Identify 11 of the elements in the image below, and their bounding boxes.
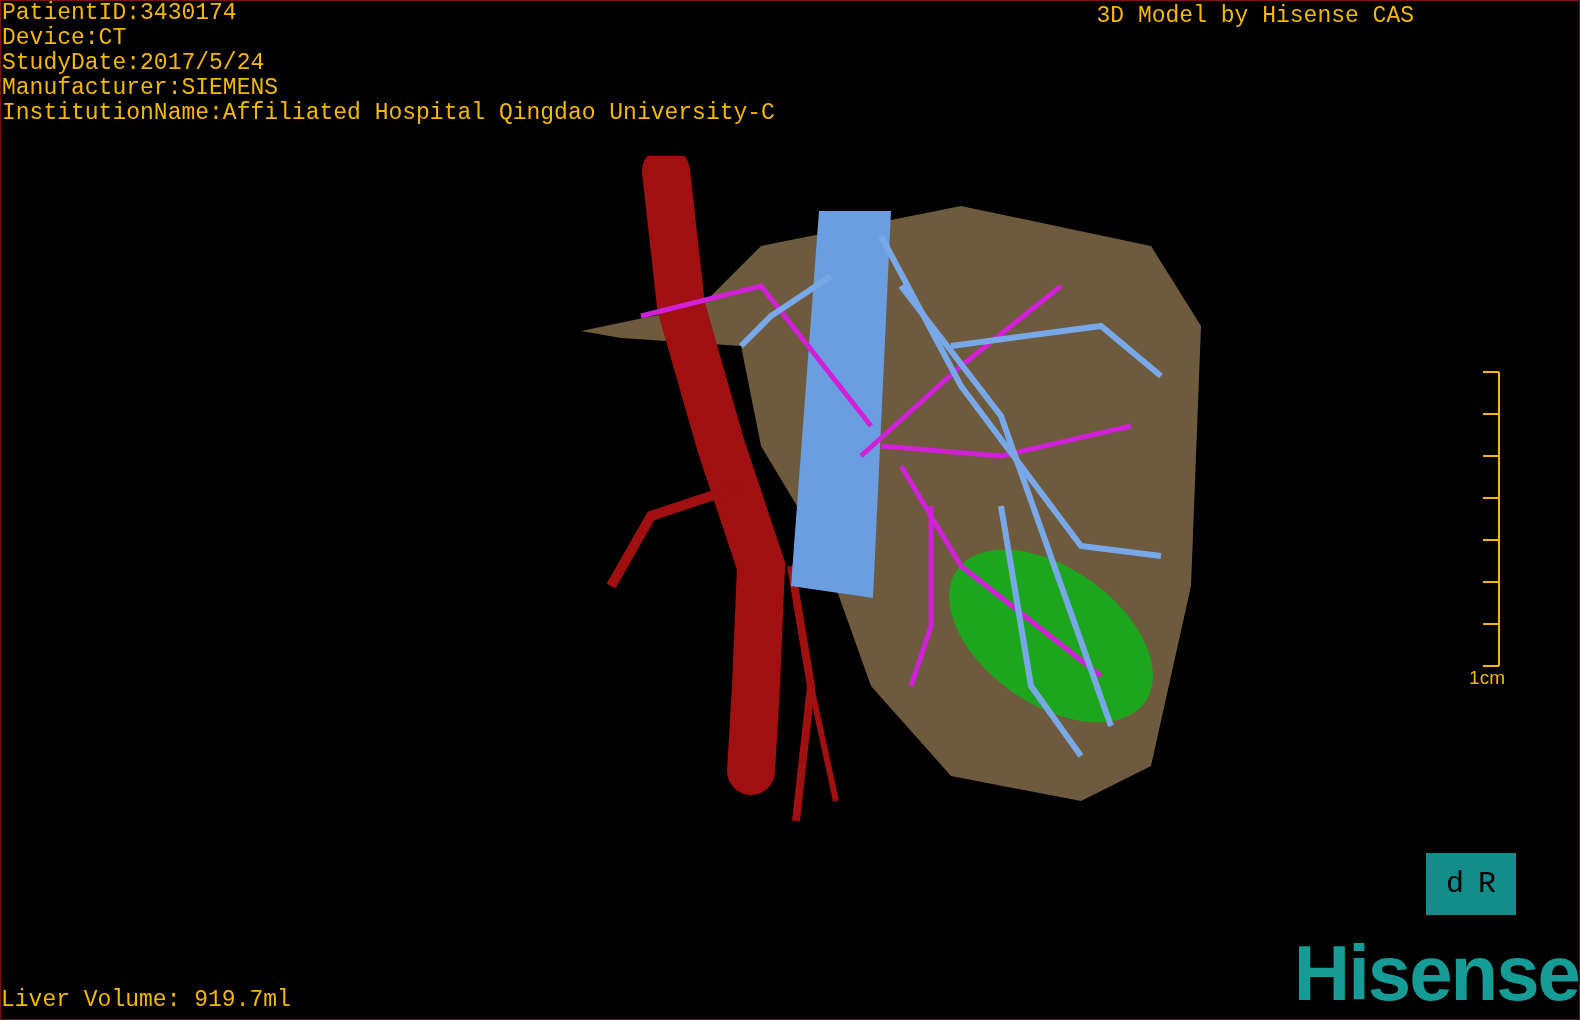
patient-info-text: PatientID:3430174	[2, 1, 238, 26]
model-credit-text: 3D Model by Hisense CAS	[1096, 4, 1414, 29]
patient-info-text: InstitutionName:Affiliated Hospital Qingdao University-C	[2, 101, 775, 126]
orientation-label: R	[1478, 865, 1496, 903]
liver-volume-text: Liver Volume: 919.7ml	[1, 988, 291, 1013]
orientation-label: d	[1446, 865, 1464, 903]
patient-info-text: StudyDate:2017/5/24	[2, 51, 266, 76]
patient-info-text: Device:CT	[2, 26, 128, 51]
scale-label: 1cm	[1469, 667, 1505, 689]
brand-logo: Hisense	[1293, 933, 1579, 1013]
patient-info-text: Manufacturer:SIEMENS	[2, 76, 280, 101]
